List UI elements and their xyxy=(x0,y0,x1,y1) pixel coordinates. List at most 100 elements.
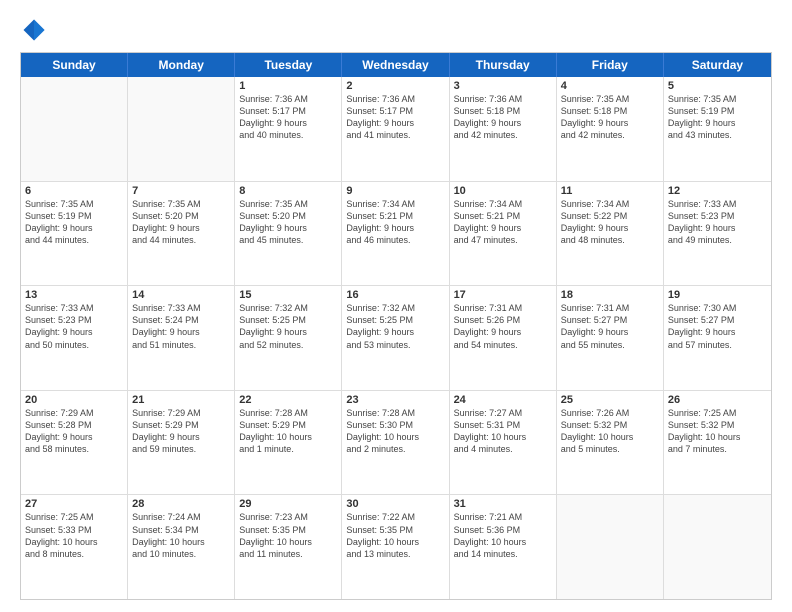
day-info: Sunrise: 7:33 AM Sunset: 5:23 PM Dayligh… xyxy=(25,302,123,351)
day-info: Sunrise: 7:28 AM Sunset: 5:30 PM Dayligh… xyxy=(346,407,444,456)
logo xyxy=(20,16,52,44)
day-number: 26 xyxy=(668,394,767,406)
empty-cell-4-5 xyxy=(557,495,664,599)
day-number: 24 xyxy=(454,394,552,406)
day-cell-16: 16Sunrise: 7:32 AM Sunset: 5:25 PM Dayli… xyxy=(342,286,449,390)
calendar: SundayMondayTuesdayWednesdayThursdayFrid… xyxy=(20,52,772,600)
day-cell-3: 3Sunrise: 7:36 AM Sunset: 5:18 PM Daylig… xyxy=(450,77,557,181)
day-cell-27: 27Sunrise: 7:25 AM Sunset: 5:33 PM Dayli… xyxy=(21,495,128,599)
page: SundayMondayTuesdayWednesdayThursdayFrid… xyxy=(0,0,792,612)
day-info: Sunrise: 7:32 AM Sunset: 5:25 PM Dayligh… xyxy=(239,302,337,351)
day-info: Sunrise: 7:36 AM Sunset: 5:17 PM Dayligh… xyxy=(239,93,337,142)
day-cell-28: 28Sunrise: 7:24 AM Sunset: 5:34 PM Dayli… xyxy=(128,495,235,599)
day-cell-26: 26Sunrise: 7:25 AM Sunset: 5:32 PM Dayli… xyxy=(664,391,771,495)
day-cell-25: 25Sunrise: 7:26 AM Sunset: 5:32 PM Dayli… xyxy=(557,391,664,495)
day-number: 8 xyxy=(239,185,337,197)
day-number: 7 xyxy=(132,185,230,197)
day-cell-20: 20Sunrise: 7:29 AM Sunset: 5:28 PM Dayli… xyxy=(21,391,128,495)
weekday-header-thursday: Thursday xyxy=(450,53,557,77)
weekday-header-friday: Friday xyxy=(557,53,664,77)
day-cell-15: 15Sunrise: 7:32 AM Sunset: 5:25 PM Dayli… xyxy=(235,286,342,390)
day-cell-31: 31Sunrise: 7:21 AM Sunset: 5:36 PM Dayli… xyxy=(450,495,557,599)
day-cell-23: 23Sunrise: 7:28 AM Sunset: 5:30 PM Dayli… xyxy=(342,391,449,495)
day-cell-22: 22Sunrise: 7:28 AM Sunset: 5:29 PM Dayli… xyxy=(235,391,342,495)
day-number: 9 xyxy=(346,185,444,197)
day-cell-11: 11Sunrise: 7:34 AM Sunset: 5:22 PM Dayli… xyxy=(557,182,664,286)
day-number: 6 xyxy=(25,185,123,197)
day-cell-18: 18Sunrise: 7:31 AM Sunset: 5:27 PM Dayli… xyxy=(557,286,664,390)
day-info: Sunrise: 7:29 AM Sunset: 5:28 PM Dayligh… xyxy=(25,407,123,456)
day-cell-29: 29Sunrise: 7:23 AM Sunset: 5:35 PM Dayli… xyxy=(235,495,342,599)
day-cell-8: 8Sunrise: 7:35 AM Sunset: 5:20 PM Daylig… xyxy=(235,182,342,286)
day-info: Sunrise: 7:35 AM Sunset: 5:18 PM Dayligh… xyxy=(561,93,659,142)
day-info: Sunrise: 7:25 AM Sunset: 5:32 PM Dayligh… xyxy=(668,407,767,456)
calendar-row-1: 6Sunrise: 7:35 AM Sunset: 5:19 PM Daylig… xyxy=(21,182,771,287)
day-info: Sunrise: 7:34 AM Sunset: 5:21 PM Dayligh… xyxy=(346,198,444,247)
day-number: 16 xyxy=(346,289,444,301)
day-info: Sunrise: 7:23 AM Sunset: 5:35 PM Dayligh… xyxy=(239,511,337,560)
day-cell-5: 5Sunrise: 7:35 AM Sunset: 5:19 PM Daylig… xyxy=(664,77,771,181)
day-cell-2: 2Sunrise: 7:36 AM Sunset: 5:17 PM Daylig… xyxy=(342,77,449,181)
day-number: 22 xyxy=(239,394,337,406)
day-info: Sunrise: 7:22 AM Sunset: 5:35 PM Dayligh… xyxy=(346,511,444,560)
day-info: Sunrise: 7:35 AM Sunset: 5:20 PM Dayligh… xyxy=(132,198,230,247)
day-number: 30 xyxy=(346,498,444,510)
day-cell-21: 21Sunrise: 7:29 AM Sunset: 5:29 PM Dayli… xyxy=(128,391,235,495)
day-number: 29 xyxy=(239,498,337,510)
day-cell-13: 13Sunrise: 7:33 AM Sunset: 5:23 PM Dayli… xyxy=(21,286,128,390)
day-info: Sunrise: 7:26 AM Sunset: 5:32 PM Dayligh… xyxy=(561,407,659,456)
day-info: Sunrise: 7:34 AM Sunset: 5:22 PM Dayligh… xyxy=(561,198,659,247)
calendar-row-3: 20Sunrise: 7:29 AM Sunset: 5:28 PM Dayli… xyxy=(21,391,771,496)
day-info: Sunrise: 7:36 AM Sunset: 5:17 PM Dayligh… xyxy=(346,93,444,142)
day-number: 3 xyxy=(454,80,552,92)
day-number: 25 xyxy=(561,394,659,406)
day-info: Sunrise: 7:33 AM Sunset: 5:24 PM Dayligh… xyxy=(132,302,230,351)
day-cell-14: 14Sunrise: 7:33 AM Sunset: 5:24 PM Dayli… xyxy=(128,286,235,390)
day-number: 12 xyxy=(668,185,767,197)
day-cell-24: 24Sunrise: 7:27 AM Sunset: 5:31 PM Dayli… xyxy=(450,391,557,495)
day-number: 27 xyxy=(25,498,123,510)
day-info: Sunrise: 7:24 AM Sunset: 5:34 PM Dayligh… xyxy=(132,511,230,560)
day-number: 2 xyxy=(346,80,444,92)
day-info: Sunrise: 7:35 AM Sunset: 5:19 PM Dayligh… xyxy=(668,93,767,142)
day-info: Sunrise: 7:31 AM Sunset: 5:26 PM Dayligh… xyxy=(454,302,552,351)
day-cell-4: 4Sunrise: 7:35 AM Sunset: 5:18 PM Daylig… xyxy=(557,77,664,181)
calendar-row-0: 1Sunrise: 7:36 AM Sunset: 5:17 PM Daylig… xyxy=(21,77,771,182)
calendar-row-2: 13Sunrise: 7:33 AM Sunset: 5:23 PM Dayli… xyxy=(21,286,771,391)
day-number: 18 xyxy=(561,289,659,301)
day-cell-1: 1Sunrise: 7:36 AM Sunset: 5:17 PM Daylig… xyxy=(235,77,342,181)
day-number: 10 xyxy=(454,185,552,197)
day-info: Sunrise: 7:33 AM Sunset: 5:23 PM Dayligh… xyxy=(668,198,767,247)
day-info: Sunrise: 7:25 AM Sunset: 5:33 PM Dayligh… xyxy=(25,511,123,560)
weekday-header-sunday: Sunday xyxy=(21,53,128,77)
weekday-header-wednesday: Wednesday xyxy=(342,53,449,77)
calendar-body: 1Sunrise: 7:36 AM Sunset: 5:17 PM Daylig… xyxy=(21,77,771,599)
day-info: Sunrise: 7:28 AM Sunset: 5:29 PM Dayligh… xyxy=(239,407,337,456)
day-number: 5 xyxy=(668,80,767,92)
day-number: 14 xyxy=(132,289,230,301)
day-number: 11 xyxy=(561,185,659,197)
day-cell-7: 7Sunrise: 7:35 AM Sunset: 5:20 PM Daylig… xyxy=(128,182,235,286)
weekday-header-saturday: Saturday xyxy=(664,53,771,77)
day-info: Sunrise: 7:27 AM Sunset: 5:31 PM Dayligh… xyxy=(454,407,552,456)
logo-icon xyxy=(20,16,48,44)
day-info: Sunrise: 7:30 AM Sunset: 5:27 PM Dayligh… xyxy=(668,302,767,351)
day-info: Sunrise: 7:35 AM Sunset: 5:20 PM Dayligh… xyxy=(239,198,337,247)
day-info: Sunrise: 7:34 AM Sunset: 5:21 PM Dayligh… xyxy=(454,198,552,247)
day-number: 4 xyxy=(561,80,659,92)
day-info: Sunrise: 7:29 AM Sunset: 5:29 PM Dayligh… xyxy=(132,407,230,456)
day-number: 20 xyxy=(25,394,123,406)
day-number: 28 xyxy=(132,498,230,510)
day-cell-10: 10Sunrise: 7:34 AM Sunset: 5:21 PM Dayli… xyxy=(450,182,557,286)
day-info: Sunrise: 7:36 AM Sunset: 5:18 PM Dayligh… xyxy=(454,93,552,142)
day-info: Sunrise: 7:35 AM Sunset: 5:19 PM Dayligh… xyxy=(25,198,123,247)
day-info: Sunrise: 7:31 AM Sunset: 5:27 PM Dayligh… xyxy=(561,302,659,351)
day-number: 13 xyxy=(25,289,123,301)
day-cell-19: 19Sunrise: 7:30 AM Sunset: 5:27 PM Dayli… xyxy=(664,286,771,390)
day-cell-17: 17Sunrise: 7:31 AM Sunset: 5:26 PM Dayli… xyxy=(450,286,557,390)
day-cell-6: 6Sunrise: 7:35 AM Sunset: 5:19 PM Daylig… xyxy=(21,182,128,286)
weekday-header-monday: Monday xyxy=(128,53,235,77)
calendar-header: SundayMondayTuesdayWednesdayThursdayFrid… xyxy=(21,53,771,77)
day-number: 1 xyxy=(239,80,337,92)
day-number: 31 xyxy=(454,498,552,510)
